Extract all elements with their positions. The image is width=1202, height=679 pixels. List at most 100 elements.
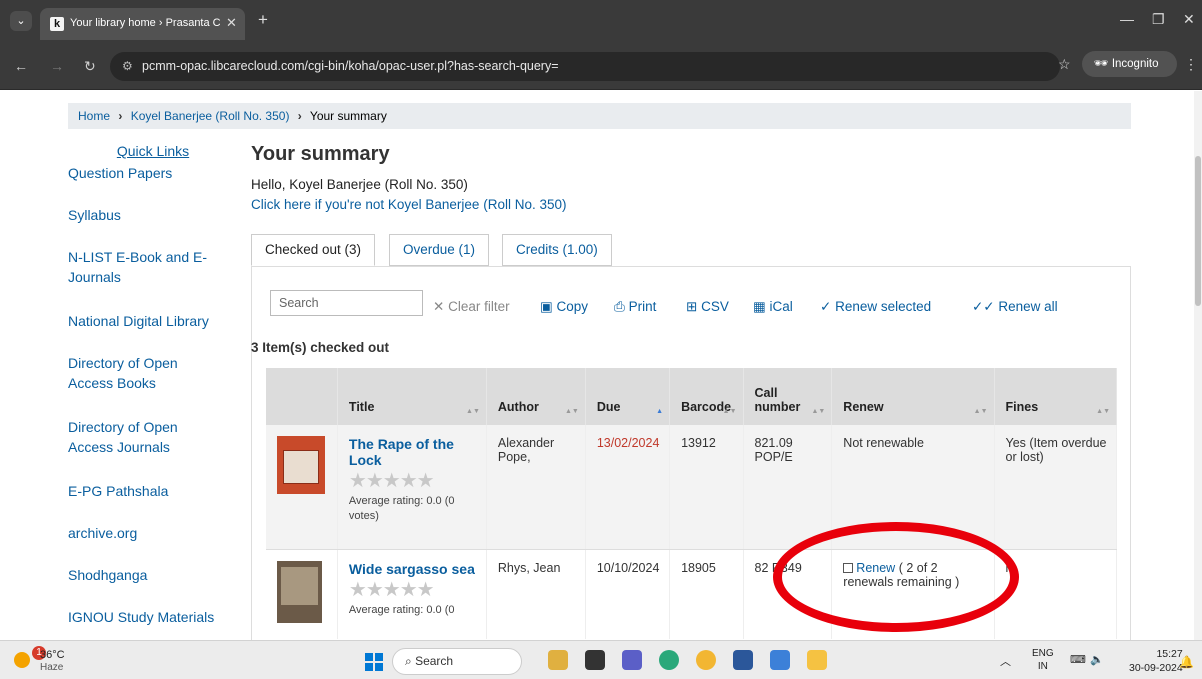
forward-icon[interactable]: → [50,58,64,74]
restore-icon[interactable]: ❐ [1152,11,1165,28]
rating-stars-icon[interactable]: ★★★★★ [349,579,478,601]
browser-menu-icon[interactable]: ⋮ [1184,56,1198,73]
tab-checked-out[interactable]: Checked out (3) [251,234,376,266]
tab-title: Your library home › Prasanta Ch [70,17,220,29]
check-icon: ✓ [820,299,832,314]
word-icon[interactable] [733,650,753,670]
network-icon[interactable]: ⌨ [1070,653,1086,666]
sort-icon: ▲▼ [722,408,737,415]
edge-icon[interactable] [659,650,679,670]
title-cell: The Rape of the Lock ★★★★★ Average ratin… [337,425,487,550]
teams-icon[interactable] [622,650,642,670]
sidebar-item-epg[interactable]: E-PG Pathshala [68,481,238,501]
col-barcode[interactable]: Barcode ▲▼ [669,368,744,425]
renew-selected-button[interactable]: ✓ Renew selected [820,299,931,315]
tab-search-chevron-icon[interactable]: ⌄ [10,11,32,31]
window-close-icon[interactable]: ✕ [1183,11,1195,28]
sidebar-item-ndl[interactable]: National Digital Library [68,311,238,331]
temperature: 36°C [40,649,65,661]
book-cover-image[interactable] [277,436,325,494]
windows-start-icon[interactable] [365,653,383,671]
tray-chevron-icon[interactable]: ︿ [1000,653,1011,669]
breadcrumb-home[interactable]: Home [78,109,110,123]
weather-icon[interactable] [14,652,30,668]
address-bar[interactable]: ⚙ pcmm-opac.libcarecloud.com/cgi-bin/koh… [110,52,1060,81]
language-indicator[interactable]: ENG IN [1032,647,1054,673]
breadcrumb-current: Your summary [309,109,387,123]
sidebar-item-doaj[interactable]: Directory of Open Access Journals [68,417,218,457]
volume-icon[interactable]: 🔈 [1090,653,1104,666]
copy-button[interactable]: ▣ Copy [540,299,588,315]
annotation-ellipse [773,522,1019,632]
title-link[interactable]: The Rape of the Lock [349,436,478,468]
not-you-link[interactable]: Click here if you're not Koyel Banerjee … [251,197,566,212]
sidebar-item-syllabus[interactable]: Syllabus [68,205,238,225]
sidebar-item-doab[interactable]: Directory of Open Access Books [68,353,208,393]
page-title: Your summary [251,143,390,165]
sort-icon: ▲▼ [973,408,988,415]
author-cell: Alexander Pope, [486,425,586,550]
clock[interactable]: 15:27 30-09-2024 [1129,647,1183,675]
chrome-icon[interactable] [696,650,716,670]
barcode-cell: 18905 [669,549,744,639]
page-scrollbar[interactable] [1194,91,1202,640]
notepad-icon[interactable] [770,650,790,670]
cover-cell [266,425,338,550]
rating-stars-icon[interactable]: ★★★★★ [349,470,478,492]
sidebar-item-shodhganga[interactable]: Shodhganga [68,565,238,585]
tab-overdue[interactable]: Overdue (1) [389,234,490,266]
tab-credits[interactable]: Credits (1.00) [502,234,612,266]
clear-filter-button[interactable]: ✕ Clear filter [433,299,510,315]
col-author[interactable]: Author ▲▼ [486,368,586,425]
task-view-icon[interactable] [585,650,605,670]
back-icon[interactable]: ← [14,58,28,74]
breadcrumb-user[interactable]: Koyel Banerjee (Roll No. 350) [131,109,290,123]
table-search-input[interactable]: Search [270,290,423,316]
quick-links-sidebar: Quick Links [68,143,238,161]
notification-bell-icon[interactable]: 🔔 [1179,655,1194,669]
sort-icon: ▲▼ [466,408,480,415]
print-label: Print [628,299,657,314]
sidebar-item-ignou[interactable]: IGNOU Study Materials [68,607,238,627]
clear-filter-label: Clear filter [448,299,510,314]
clock-date: 30-09-2024 [1129,662,1183,674]
col-fines[interactable]: Fines ▲▼ [994,368,1118,425]
sidebar-item-archive[interactable]: archive.org [68,523,238,543]
col-due[interactable]: Due ▲ [585,368,671,425]
bookmark-star-icon[interactable]: ☆ [1058,56,1071,73]
print-button[interactable]: ⎙ Print [614,299,656,315]
incognito-badge[interactable]: 🕶 Incognito [1082,51,1177,77]
site-info-icon[interactable]: ⚙ [122,59,133,73]
url-text: pcmm-opac.libcarecloud.com/cgi-bin/koha/… [142,59,559,73]
quick-links-title[interactable]: Quick Links [68,143,238,159]
renew-all-label: Renew all [998,299,1058,314]
sidebar-item-question-papers[interactable]: Question Papers [68,163,238,183]
taskbar-search[interactable]: ⌕ Search [392,648,522,675]
widget-app-icon[interactable] [548,650,568,670]
book-cover-image[interactable] [277,560,322,623]
minimize-icon[interactable]: — [1120,11,1134,27]
new-tab-icon[interactable]: + [258,10,268,30]
col-renew[interactable]: Renew ▲▼ [831,368,995,425]
browser-tabbar: ⌄ k Your library home › Prasanta Ch ✕ + … [0,0,1202,40]
cover-cell [266,549,338,639]
reload-icon[interactable]: ↻ [84,58,96,75]
col-call-number[interactable]: Call number ▲▼ [743,368,833,425]
breadcrumb: Home › Koyel Banerjee (Roll No. 350) › Y… [68,103,1131,129]
breadcrumb-separator-icon: › [118,109,123,123]
lang-region: IN [1037,661,1048,672]
sort-icon: ▲▼ [564,408,579,415]
koha-favicon-icon: k [50,17,64,31]
csv-button[interactable]: ⊞ CSV [686,299,729,315]
col-title[interactable]: Title ▲▼ [337,368,487,425]
rating-text: Average rating: 0.0 (0 [348,603,455,616]
browser-tab[interactable]: k Your library home › Prasanta Ch ✕ [40,8,245,40]
greeting-text: Hello, Koyel Banerjee (Roll No. 350) [251,177,468,192]
file-explorer-icon[interactable] [807,650,827,670]
scrollbar-thumb[interactable] [1195,156,1201,306]
sidebar-item-nlist[interactable]: N-LIST E-Book and E-Journals [68,247,218,287]
title-link[interactable]: Wide sargasso sea [349,561,478,577]
renew-all-button[interactable]: ✓✓ Renew all [972,299,1058,315]
ical-button[interactable]: ▦ iCal [753,299,793,315]
tab-close-icon[interactable]: ✕ [226,15,237,31]
